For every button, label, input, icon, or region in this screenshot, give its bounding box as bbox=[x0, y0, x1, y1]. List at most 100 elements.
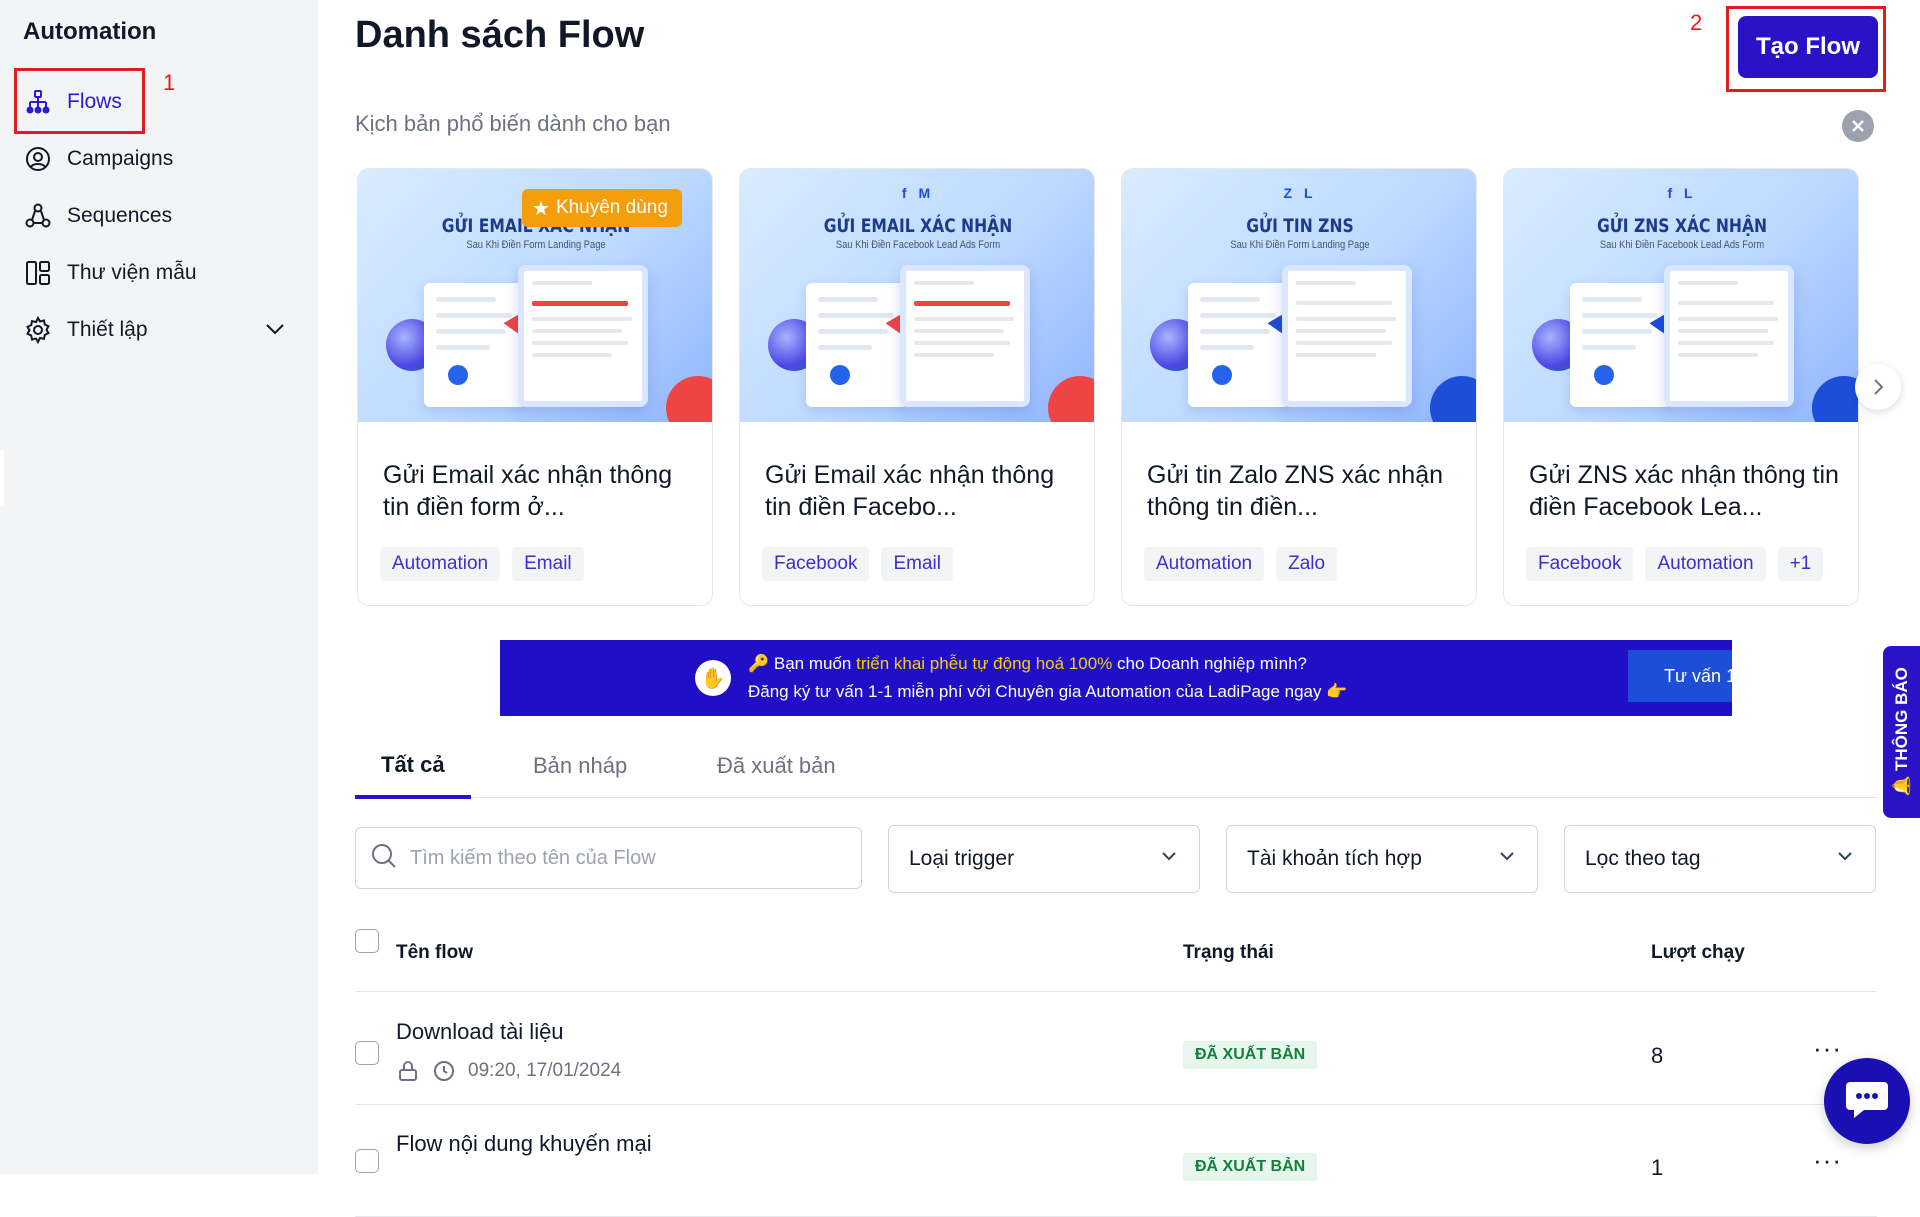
sidebar-title: Automation bbox=[23, 18, 157, 45]
card-title: Gửi Email xác nhận thông tin điền form ở… bbox=[383, 461, 673, 521]
template-card[interactable]: f M GỬI EMAIL XÁC NHẬN Sau Khi Điền Face… bbox=[739, 168, 1095, 606]
thumbnail-subtitle: Sau Khi Điền Form Landing Page bbox=[466, 239, 606, 251]
chat-icon bbox=[1844, 1078, 1890, 1125]
sequences-icon bbox=[23, 201, 53, 231]
annotation-number-1: 1 bbox=[163, 70, 176, 95]
badge-label: Khuyên dùng bbox=[555, 197, 668, 218]
annotation-box-flows bbox=[14, 68, 145, 134]
sidebar-item-settings[interactable]: Thiết lập bbox=[23, 310, 148, 350]
run-count: 8 bbox=[1651, 1043, 1664, 1068]
email-illustration bbox=[900, 265, 1030, 407]
thumbnail-title: GỬI TIN ZNS bbox=[1246, 215, 1354, 237]
flow-tabs: Tất cả Bản nháp Đã xuất bản bbox=[355, 734, 1877, 799]
tag-filter-dropdown[interactable]: Lọc theo tag bbox=[1564, 825, 1876, 893]
flow-name[interactable]: Flow nội dung khuyến mại bbox=[396, 1131, 652, 1157]
star-icon: ★ bbox=[532, 197, 550, 220]
consultation-banner: ✋ 🔑 Bạn muốn triển khai phễu tự động hoá… bbox=[500, 640, 1732, 716]
run-count: 1 bbox=[1651, 1155, 1664, 1180]
sidebar-item-label: Thư viện mẫu bbox=[67, 261, 197, 284]
dropdown-label: Lọc theo tag bbox=[1585, 847, 1701, 870]
form-illustration bbox=[1570, 283, 1672, 407]
chevron-down-icon[interactable] bbox=[262, 316, 288, 342]
sidebar-item-sequences[interactable]: Sequences bbox=[23, 196, 172, 236]
card-title: Gửi tin Zalo ZNS xác nhận thông tin điền… bbox=[1147, 461, 1444, 521]
thumbnail-subtitle: Sau Khi Điền Form Landing Page bbox=[1230, 239, 1370, 251]
sidebar-item-label: Sequences bbox=[67, 204, 173, 227]
ladipage-logo-icon: ✋ bbox=[695, 660, 731, 696]
more-actions-icon[interactable]: ··· bbox=[1813, 1145, 1842, 1176]
consult-button[interactable]: Tư vấn 1-1 bbox=[1628, 650, 1732, 702]
dropdown-label: Tài khoản tích hợp bbox=[1247, 847, 1422, 870]
recommended-badge: ★ Khuyên dùng bbox=[522, 189, 682, 227]
tab-published[interactable]: Đã xuất bản bbox=[691, 734, 862, 798]
close-icon[interactable] bbox=[1842, 110, 1874, 142]
template-library-icon bbox=[23, 258, 53, 288]
sidebar-resize-handle[interactable] bbox=[0, 450, 4, 506]
sidebar-item-label: Thiết lập bbox=[67, 318, 148, 341]
notification-tab[interactable]: 🔔 THÔNG BÁO bbox=[1883, 646, 1920, 818]
template-card[interactable]: Z L GỬI TIN ZNS Sau Khi Điền Form Landin… bbox=[1121, 168, 1477, 606]
sidebar-item-campaigns[interactable]: Campaigns bbox=[23, 139, 173, 179]
card-tags: Facebook Automation +1 bbox=[1526, 547, 1824, 581]
email-illustration bbox=[518, 265, 648, 407]
annotation-number-2: 2 bbox=[1690, 10, 1703, 35]
sidebar: Automation Flows Campaigns Sequences Thư… bbox=[0, 0, 318, 1174]
decorative-shape bbox=[1048, 376, 1094, 422]
form-illustration bbox=[1188, 283, 1290, 407]
dropdown-label: Loại trigger bbox=[909, 847, 1015, 870]
flow-updated-time: 09:20, 17/01/2024 bbox=[468, 1060, 622, 1081]
history-icon bbox=[432, 1059, 456, 1083]
thumbnail-title: GỬI ZNS XÁC NHẬN bbox=[1596, 215, 1768, 237]
tag: Automation bbox=[380, 547, 501, 581]
template-card[interactable]: GỬI EMAIL XÁC NHẬN Sau Khi Điền Form Lan… bbox=[357, 168, 713, 606]
table-row[interactable]: Download tài liệu 09:20, 17/01/2024 ĐÃ X… bbox=[355, 993, 1877, 1105]
lock-icon bbox=[396, 1059, 420, 1083]
tag: Zalo bbox=[1276, 547, 1338, 581]
search-input[interactable] bbox=[410, 846, 850, 870]
row-checkbox[interactable] bbox=[355, 1041, 379, 1065]
tag: Automation bbox=[1144, 547, 1265, 581]
message-illustration bbox=[1282, 265, 1412, 407]
select-all-checkbox[interactable] bbox=[355, 929, 379, 953]
table-row[interactable]: Flow nội dung khuyến mại ĐÃ XUẤT BẢN 1 ·… bbox=[355, 1105, 1877, 1217]
template-card[interactable]: f L GỬI ZNS XÁC NHẬN Sau Khi Điền Facebo… bbox=[1503, 168, 1859, 606]
row-checkbox[interactable] bbox=[355, 1149, 379, 1173]
tag: Facebook bbox=[762, 547, 870, 581]
more-actions-icon[interactable]: ··· bbox=[1813, 1033, 1842, 1064]
thumbnail-subtitle: Sau Khi Điền Facebook Lead Ads Form bbox=[835, 239, 1001, 251]
page-title: Danh sách Flow bbox=[355, 14, 645, 56]
tag: Email bbox=[881, 547, 953, 581]
decorative-shape bbox=[1430, 376, 1476, 422]
tag: Facebook bbox=[1526, 547, 1634, 581]
banner-highlight: triển khai phễu tự động hoá 100% bbox=[856, 654, 1113, 673]
card-tags: Automation Zalo bbox=[1144, 547, 1338, 581]
carousel-next-button[interactable] bbox=[1855, 364, 1901, 410]
card-title: Gửi ZNS xác nhận thông tin điền Facebook… bbox=[1529, 461, 1839, 521]
thumbnail-logos: f L bbox=[1667, 185, 1697, 201]
form-illustration bbox=[806, 283, 908, 407]
campaign-icon bbox=[23, 144, 53, 174]
gear-icon bbox=[23, 315, 53, 345]
sidebar-item-template-library[interactable]: Thư viện mẫu bbox=[23, 253, 197, 293]
search-box bbox=[355, 827, 862, 889]
banner-line-2: Đăng ký tư vấn 1-1 miễn phí với Chuyên g… bbox=[748, 682, 1348, 701]
tag: Automation bbox=[1645, 547, 1766, 581]
decorative-shape bbox=[666, 376, 712, 422]
thumbnail-logos: f M bbox=[901, 185, 935, 201]
tab-all[interactable]: Tất cả bbox=[355, 734, 471, 799]
flow-meta: 09:20, 17/01/2024 bbox=[396, 1059, 621, 1083]
tag-more-count[interactable]: +1 bbox=[1777, 547, 1824, 581]
create-flow-button[interactable]: Tạo Flow bbox=[1738, 16, 1878, 78]
integration-account-dropdown[interactable]: Tài khoản tích hợp bbox=[1226, 825, 1538, 893]
chat-support-button[interactable] bbox=[1824, 1058, 1910, 1144]
status-badge: ĐÃ XUẤT BẢN bbox=[1183, 1153, 1318, 1181]
suggestions-subtitle: Kịch bản phổ biến dành cho bạn bbox=[355, 111, 671, 136]
chevron-down-icon bbox=[1835, 846, 1855, 872]
trigger-type-dropdown[interactable]: Loại trigger bbox=[888, 825, 1200, 893]
tab-drafts[interactable]: Bản nháp bbox=[507, 734, 653, 798]
flow-name[interactable]: Download tài liệu bbox=[396, 1019, 564, 1045]
card-tags: Facebook Email bbox=[762, 547, 953, 581]
column-header-name: Tên flow bbox=[396, 942, 474, 963]
card-thumbnail: f M GỬI EMAIL XÁC NHẬN Sau Khi Điền Face… bbox=[740, 169, 1094, 422]
search-icon bbox=[370, 842, 398, 875]
